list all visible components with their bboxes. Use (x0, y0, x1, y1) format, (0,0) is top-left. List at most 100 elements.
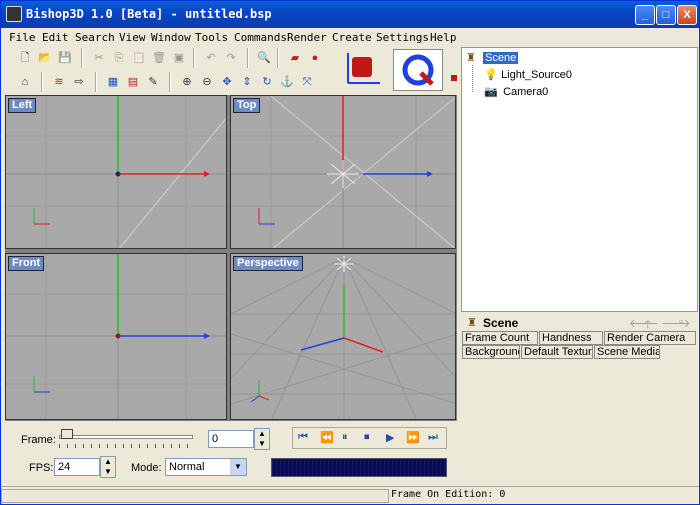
q-render-icon (402, 54, 434, 86)
tree-node-label: Light_Source0 (501, 69, 573, 81)
tree-line (472, 65, 473, 92)
rotate-icon[interactable]: ↻ (259, 74, 275, 90)
menu-search[interactable]: Search (75, 31, 115, 44)
menu-tools[interactable]: Tools (195, 31, 228, 44)
viewport-perspective[interactable]: Perspective (230, 253, 456, 420)
step-forward-icon[interactable]: ⏩ (406, 431, 420, 444)
frame-slider-thumb[interactable] (61, 429, 73, 439)
menu-file[interactable]: File (9, 31, 36, 44)
undo-icon[interactable]: ↶ (203, 50, 219, 66)
select-all-icon[interactable]: ▣ (171, 50, 187, 66)
tree-node-label: Scene (483, 52, 519, 64)
menu-edit[interactable]: Edit (42, 31, 69, 44)
delete-icon[interactable]: 🗑 (151, 50, 167, 66)
tab-handness[interactable]: Handness (539, 331, 603, 345)
mode-label: Mode: (131, 462, 162, 474)
tree-node-scene[interactable]: ♜ Scene (466, 51, 519, 64)
edit-script-icon[interactable]: ✎ (145, 74, 161, 90)
object-mode-button[interactable] (336, 49, 384, 89)
open-file-icon[interactable]: 📂 (37, 50, 53, 66)
viewport-perspective-label: Perspective (233, 256, 303, 271)
close-button[interactable]: X (677, 5, 697, 25)
chevron-down-icon[interactable]: ▼ (230, 459, 246, 475)
table-view-icon[interactable]: ▤ (125, 74, 141, 90)
skip-first-icon[interactable]: ⏮ (298, 431, 308, 444)
viewport-perspective-canvas (231, 256, 455, 419)
scene-tree: ♜ Scene 💡 Light_Source0 📷 Camera0 (461, 47, 698, 312)
window-title: Bishop3D 1.0 [Beta] - untitled.bsp (26, 7, 272, 21)
properties-title: Scene (483, 316, 519, 330)
copy-icon[interactable]: ⎘ (111, 50, 127, 66)
play-icon[interactable]: ▶ (386, 431, 394, 444)
new-file-icon[interactable]: 🗋 (17, 50, 33, 66)
render-preview-icon[interactable]: ● (307, 50, 323, 66)
skip-last-icon[interactable]: ⏭ (428, 431, 438, 444)
toolbar-separator (81, 48, 83, 68)
menu-help[interactable]: Help (430, 31, 457, 44)
render-indicator (451, 75, 457, 81)
status-pane-main (1, 489, 389, 503)
camera-icon: 📷 (484, 86, 498, 98)
toolbar-separator (169, 72, 171, 92)
frame-input[interactable]: 0 (208, 430, 254, 448)
zoom-in-icon[interactable]: ⊕ (179, 74, 195, 90)
viewport-left-label: Left (8, 98, 37, 113)
tab-scene-medias[interactable]: Scene Medias (594, 345, 660, 359)
frame-slider-ticks (59, 444, 193, 448)
tree-node-camera[interactable]: 📷 Camera0 (484, 85, 548, 98)
status-bar: Frame On Edition: 0 (1, 486, 699, 504)
tab-frame-count[interactable]: Frame Count (462, 331, 538, 345)
tab-render-camera[interactable]: Render Camera (604, 331, 696, 345)
render-scene-icon[interactable]: ▰ (287, 50, 303, 66)
tree-node-light[interactable]: 💡 Light_Source0 (484, 68, 572, 81)
pin-icon[interactable]: ▫ (679, 316, 683, 328)
menu-window[interactable]: Window (151, 31, 191, 44)
tab-background[interactable]: Background (462, 345, 520, 359)
maximize-button[interactable]: □ (656, 5, 676, 25)
cut-icon[interactable]: ✂ (91, 50, 107, 66)
redo-icon[interactable]: ↷ (223, 50, 239, 66)
menu-commands[interactable]: Commands (234, 31, 287, 44)
anchor-icon[interactable]: ⚓ (279, 74, 295, 90)
menu-settings[interactable]: Settings (376, 31, 429, 44)
arrow-right-icon[interactable]: 🡒 (661, 316, 691, 330)
viewport-top-canvas (231, 96, 455, 248)
playback-toolbar: ⏮ ⏪ ⏸ ⏹ ▶ ⏩ ⏭ (292, 427, 447, 449)
step-back-icon[interactable]: ⏪ (320, 431, 334, 444)
layers-icon[interactable]: ≋ (51, 74, 67, 90)
tab-default-texture[interactable]: Default Texture (521, 345, 593, 359)
frame-spinner[interactable]: ▲ ▼ (254, 428, 270, 450)
frame-label: Frame: (21, 434, 56, 446)
fps-input[interactable]: 24 (54, 458, 100, 476)
menu-create[interactable]: Create (332, 31, 372, 44)
pause-icon[interactable]: ⏸ (342, 431, 348, 444)
move-vertical-icon[interactable]: ⇕ (239, 74, 255, 90)
zoom-out-icon[interactable]: ⊖ (199, 74, 215, 90)
main-window: Bishop3D 1.0 [Beta] - untitled.bsp _ □ X… (0, 0, 700, 505)
scene-icon: ♜ (467, 317, 477, 329)
grid-view-icon[interactable]: ▦ (105, 74, 121, 90)
scale-icon[interactable]: ⤧ (299, 74, 315, 90)
viewport-left[interactable]: Left (5, 95, 227, 249)
arrow-left-icon[interactable]: 🡐 (629, 316, 659, 330)
menu-render[interactable]: Render (287, 31, 327, 44)
find-icon[interactable]: 🔍 (256, 50, 272, 66)
import-icon[interactable]: ⇨ (71, 74, 87, 90)
viewport-front[interactable]: Front (5, 253, 227, 420)
properties-header: ♜ Scene 🡐 🡑 🡒 ▫ (461, 315, 698, 331)
stop-icon[interactable]: ⏹ (364, 431, 370, 444)
mode-select[interactable]: Normal ▼ (165, 458, 247, 476)
quick-render-button[interactable] (393, 49, 443, 91)
viewport-top[interactable]: Top (230, 95, 456, 249)
save-file-icon[interactable]: 💾 (57, 50, 73, 66)
paste-icon[interactable]: 📋 (131, 50, 147, 66)
toolbar-separator (277, 48, 279, 68)
status-text: Frame On Edition: 0 (391, 489, 506, 500)
fps-spinner[interactable]: ▲ ▼ (100, 456, 116, 478)
home-icon[interactable]: ⌂ (17, 74, 33, 90)
move-icon[interactable]: ✥ (219, 74, 235, 90)
frame-slider-track[interactable] (59, 435, 193, 439)
minimize-button[interactable]: _ (635, 5, 655, 25)
menu-view[interactable]: View (119, 31, 146, 44)
viewport-front-label: Front (8, 256, 45, 271)
